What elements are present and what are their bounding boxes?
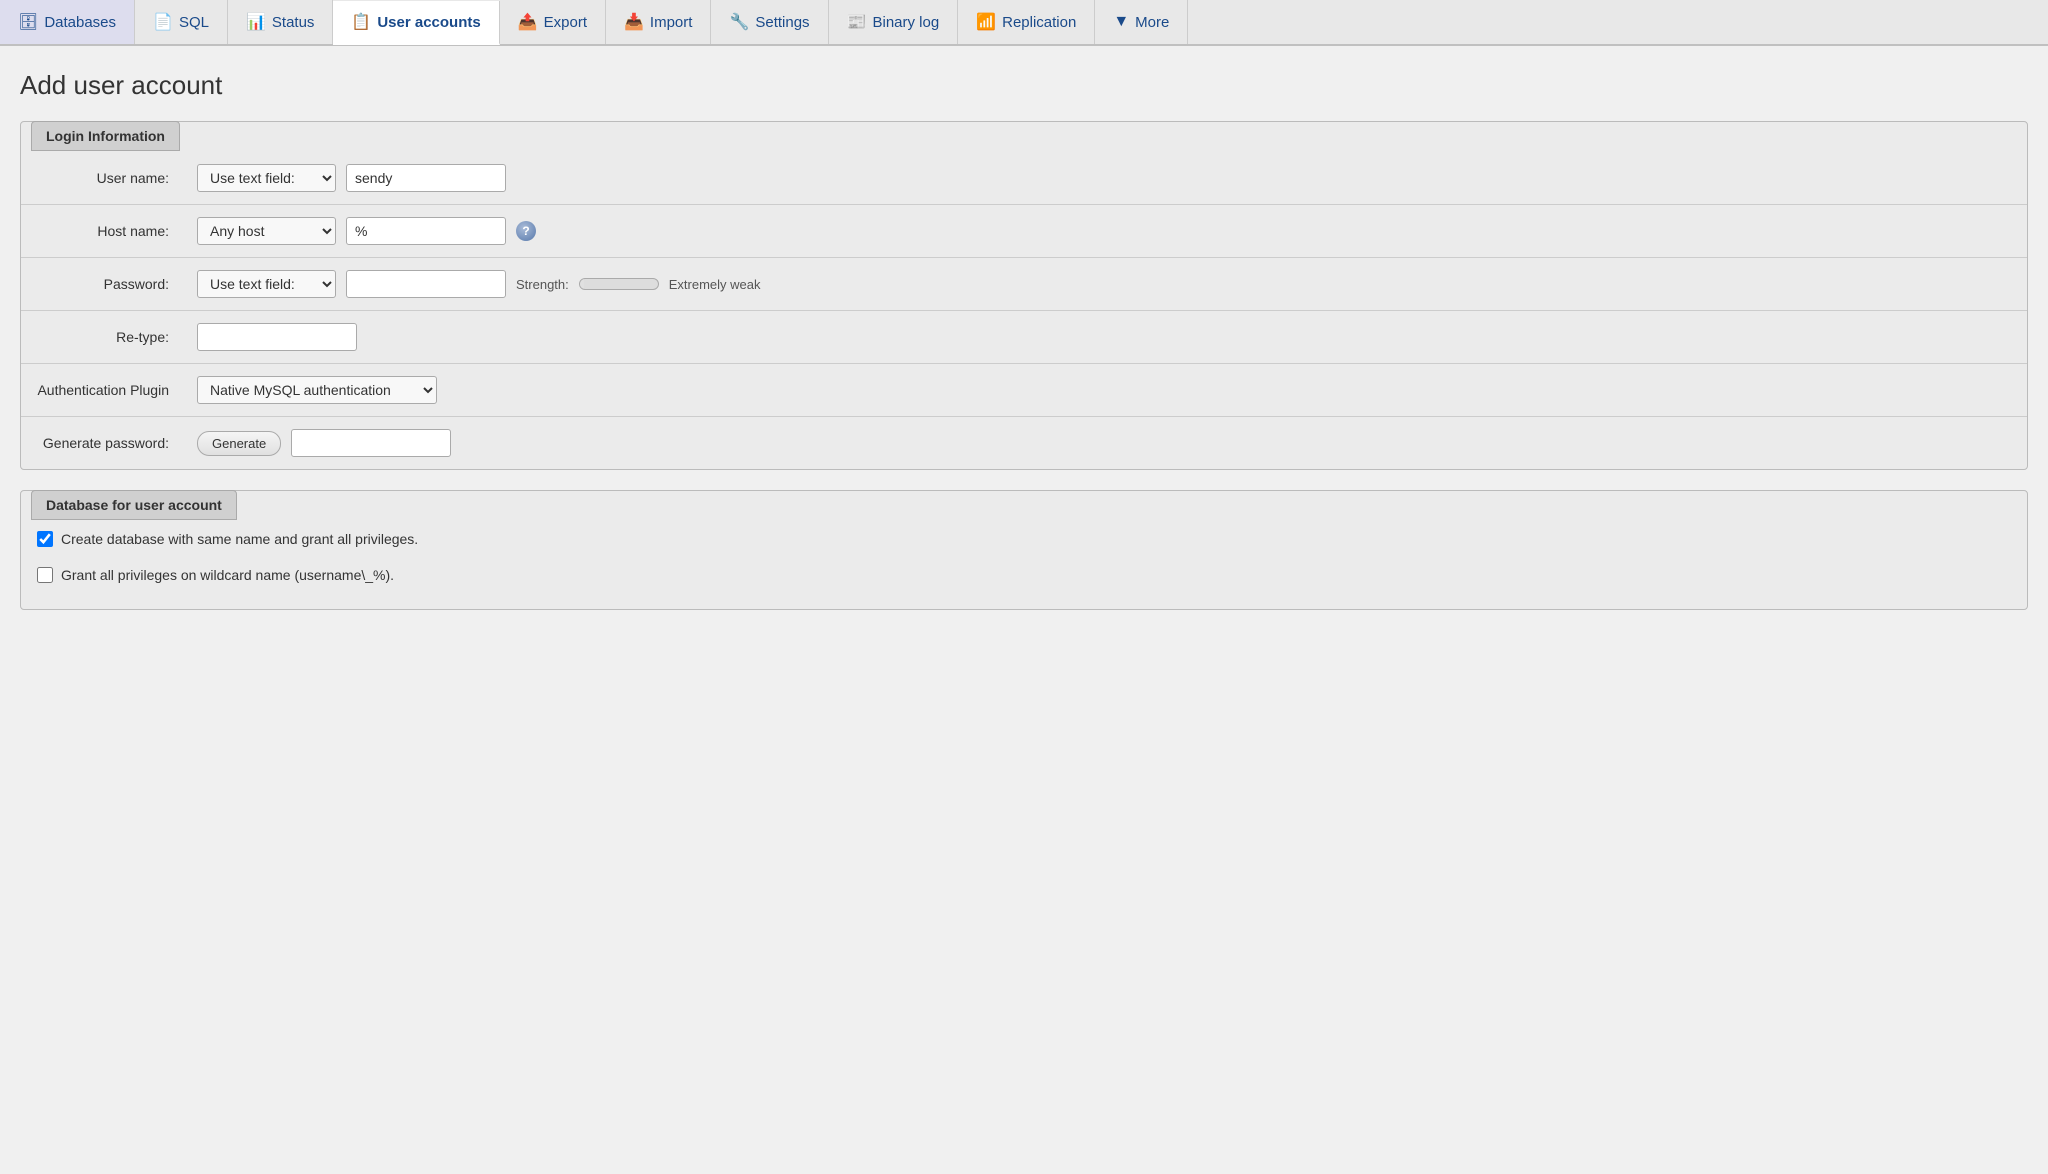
page-title: Add user account	[20, 70, 2028, 101]
nav-tabs: 🗄 Databases 📄 SQL 📊 Status 📋 User accoun…	[0, 0, 2048, 46]
tab-export-label: Export	[544, 14, 587, 31]
hostname-row: Host name: Any host Local Use text field…	[21, 205, 2027, 258]
username-input[interactable]	[346, 164, 506, 192]
generate-password-label: Generate password:	[21, 417, 181, 470]
grant-wildcard-checkbox[interactable]	[37, 567, 53, 583]
tab-sql[interactable]: 📄 SQL	[135, 0, 228, 44]
strength-text: Extremely weak	[669, 277, 761, 292]
tab-binary-log[interactable]: 📰 Binary log	[829, 0, 959, 44]
tab-user-accounts-label: User accounts	[377, 14, 480, 31]
strength-label: Strength:	[516, 277, 569, 292]
checkbox-row-2: Grant all privileges on wildcard name (u…	[21, 557, 2027, 593]
generate-password-button[interactable]: Generate	[197, 431, 281, 456]
tab-sql-label: SQL	[179, 14, 209, 31]
login-information-header: Login Information	[31, 121, 180, 151]
tab-databases[interactable]: 🗄 Databases	[0, 0, 135, 44]
database-section-header: Database for user account	[31, 490, 237, 520]
hostname-label: Host name:	[21, 205, 181, 258]
tab-import[interactable]: 📥 Import	[606, 0, 711, 44]
tab-user-accounts[interactable]: 📋 User accounts	[333, 1, 499, 45]
username-row: User name: Use text field: Any user	[21, 152, 2027, 205]
user-accounts-icon: 📋	[351, 12, 371, 32]
password-row: Password: Use text field: No password St…	[21, 258, 2027, 311]
login-information-section: Login Information User name: Use text fi…	[20, 121, 2028, 470]
tab-binary-log-label: Binary log	[872, 14, 939, 31]
tab-replication[interactable]: 📶 Replication	[958, 0, 1095, 44]
password-input[interactable]	[346, 270, 506, 298]
generate-password-row: Generate password: Generate	[21, 417, 2027, 470]
hostname-input[interactable]	[346, 217, 506, 245]
password-type-select[interactable]: Use text field: No password	[197, 270, 336, 298]
tab-databases-label: Databases	[44, 14, 116, 31]
tab-import-label: Import	[650, 14, 693, 31]
import-icon: 📥	[624, 12, 644, 32]
password-label: Password:	[21, 258, 181, 311]
database-section: Database for user account Create databas…	[20, 490, 2028, 610]
retype-row: Re-type:	[21, 311, 2027, 364]
hostname-type-select[interactable]: Any host Local Use text field:	[197, 217, 336, 245]
tab-settings-label: Settings	[755, 14, 809, 31]
page-content: Add user account Login Information User …	[0, 46, 2048, 654]
tab-status[interactable]: 📊 Status	[228, 0, 333, 44]
auth-plugin-label: Authentication Plugin	[21, 364, 181, 417]
tab-export[interactable]: 📤 Export	[500, 0, 606, 44]
retype-label: Re-type:	[21, 311, 181, 364]
tab-status-label: Status	[272, 14, 315, 31]
create-database-label[interactable]: Create database with same name and grant…	[61, 531, 418, 547]
status-icon: 📊	[246, 12, 266, 32]
grant-wildcard-label[interactable]: Grant all privileges on wildcard name (u…	[61, 567, 394, 583]
auth-plugin-select[interactable]: Native MySQL authentication SHA-256 auth…	[197, 376, 437, 404]
binary-log-icon: 📰	[847, 12, 867, 32]
tab-settings[interactable]: 🔧 Settings	[711, 0, 828, 44]
export-icon: 📤	[518, 12, 538, 32]
sql-icon: 📄	[153, 12, 173, 32]
more-chevron-icon: ▼	[1113, 13, 1129, 31]
replication-icon: 📶	[976, 12, 996, 32]
settings-icon: 🔧	[729, 12, 749, 32]
strength-bar-fill	[580, 279, 584, 289]
retype-input[interactable]	[197, 323, 357, 351]
checkbox-row-1: Create database with same name and grant…	[21, 521, 2027, 557]
auth-plugin-row: Authentication Plugin Native MySQL authe…	[21, 364, 2027, 417]
strength-bar	[579, 278, 659, 290]
username-label: User name:	[21, 152, 181, 205]
tab-replication-label: Replication	[1002, 14, 1076, 31]
hostname-help-icon[interactable]: ?	[516, 221, 536, 241]
databases-icon: 🗄	[18, 12, 38, 32]
login-form-table: User name: Use text field: Any user Host…	[21, 152, 2027, 469]
tab-more[interactable]: ▼ More	[1095, 0, 1188, 44]
tab-more-label: More	[1135, 14, 1169, 31]
create-database-checkbox[interactable]	[37, 531, 53, 547]
username-type-select[interactable]: Use text field: Any user	[197, 164, 336, 192]
generated-password-input[interactable]	[291, 429, 451, 457]
